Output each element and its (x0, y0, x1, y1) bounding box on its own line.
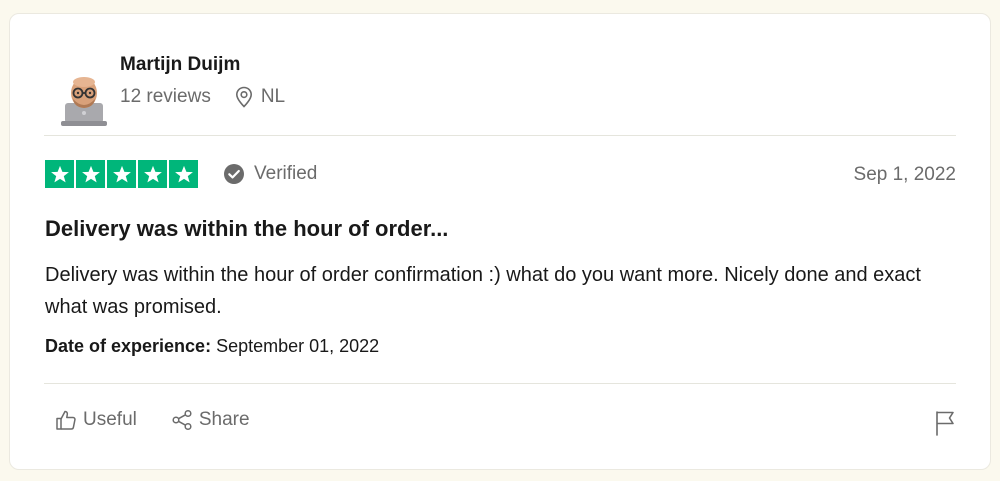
share-icon (172, 409, 192, 431)
star-icon (76, 160, 105, 188)
reviewer-meta: 12 reviews NL (120, 86, 285, 108)
review-actions: Useful Share (55, 409, 284, 431)
flag-icon[interactable] (934, 410, 956, 441)
verified-label: Verified (254, 163, 318, 184)
useful-label: Useful (83, 409, 137, 430)
experience-date: September 01, 2022 (216, 336, 380, 356)
review-count: 12 reviews (120, 86, 211, 107)
verified-check-icon (223, 163, 245, 185)
star-rating (45, 160, 198, 188)
experience-label: Date of experience: (45, 336, 212, 356)
useful-button[interactable]: Useful (55, 409, 137, 431)
star-icon (107, 160, 136, 188)
review-date: Sep 1, 2022 (853, 164, 956, 185)
star-icon (138, 160, 167, 188)
reviewer-name[interactable]: Martijn Duijm (120, 54, 240, 76)
verified-badge[interactable]: Verified (223, 163, 317, 185)
location-pin-icon (235, 86, 253, 108)
star-icon (45, 160, 74, 188)
share-label: Share (198, 409, 250, 430)
date-of-experience: Date of experience: September 01, 2022 (45, 336, 379, 357)
thumbs-up-icon (56, 410, 76, 430)
reviewer-country: NL (260, 86, 286, 107)
review-title[interactable]: Delivery was within the hour of order... (45, 216, 448, 242)
divider-bottom (44, 383, 956, 384)
review-card: Martijn Duijm 12 reviews NL Verified Sep… (9, 13, 991, 470)
divider-top (44, 135, 956, 136)
avatar[interactable] (54, 69, 114, 129)
review-body: Delivery was within the hour of order co… (45, 264, 921, 318)
star-icon (169, 160, 198, 188)
share-button[interactable]: Share (171, 409, 250, 431)
